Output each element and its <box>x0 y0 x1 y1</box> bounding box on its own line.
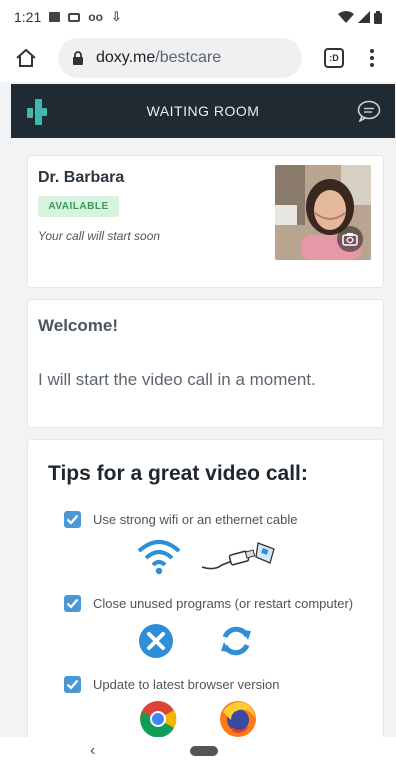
self-video-preview <box>275 165 371 260</box>
url-host: doxy.me <box>96 49 156 66</box>
tip-label: Close unused programs (or restart comput… <box>93 596 354 611</box>
battery-icon <box>374 10 382 24</box>
lock-icon <box>73 51 83 65</box>
checkbox-checked-icon <box>64 511 81 528</box>
camera-switch-icon <box>342 233 358 246</box>
tip-item: Close unused programs (or restart comput… <box>64 595 353 612</box>
welcome-card: Welcome! I will start the video call in … <box>27 299 384 428</box>
tip-item: Update to latest browser version <box>64 676 279 693</box>
provider-card: Dr. Barbara AVAILABLE Your call will sta… <box>27 155 384 288</box>
checkbox-checked-icon <box>64 595 81 612</box>
ethernet-cable-icon <box>201 542 275 570</box>
address-bar[interactable]: doxy.me/bestcare <box>58 38 302 78</box>
checkbox-checked-icon <box>64 676 81 693</box>
tips-card: Tips for a great video call: Use strong … <box>27 439 384 759</box>
tip-label: Update to latest browser version <box>93 677 280 692</box>
tip-label: Use strong wifi or an ethernet cable <box>93 512 298 527</box>
availability-badge: AVAILABLE <box>38 196 119 217</box>
app-header: WAITING ROOM <box>11 84 395 138</box>
image-notification-icon <box>49 12 61 22</box>
chrome-icon <box>140 701 177 738</box>
welcome-title: Welcome! <box>38 316 118 335</box>
back-button[interactable]: ‹ <box>90 742 95 760</box>
cell-signal-icon <box>358 11 370 23</box>
android-nav-bar: ‹ <box>0 737 396 765</box>
browser-toolbar: doxy.me/bestcare :D <box>0 34 396 82</box>
message-notification-icon <box>68 12 81 22</box>
home-pill-button[interactable] <box>190 746 218 756</box>
provider-name: Dr. Barbara <box>38 169 125 186</box>
tip-item: Use strong wifi or an ethernet cable <box>64 511 298 528</box>
call-status-text: Your call will start soon <box>38 229 161 243</box>
home-button[interactable] <box>14 46 38 70</box>
page-title: WAITING ROOM <box>146 103 260 119</box>
home-icon <box>16 48 36 67</box>
tab-switcher-button[interactable]: :D <box>324 48 344 68</box>
welcome-message: I will start the video call in a moment. <box>38 370 316 389</box>
wifi-icon <box>137 540 181 575</box>
status-time: 1:21 <box>14 9 42 25</box>
browser-menu-button[interactable] <box>370 49 374 67</box>
wifi-signal-icon <box>338 11 354 23</box>
url-path: /bestcare <box>155 49 222 66</box>
download-icon: ⇩ <box>110 9 122 24</box>
switch-camera-button[interactable] <box>337 226 363 252</box>
tips-title: Tips for a great video call: <box>48 462 308 485</box>
menu-dot-icon <box>370 63 374 67</box>
tip-icons <box>139 700 257 738</box>
menu-dot-icon <box>370 56 374 60</box>
doxy-logo-icon <box>27 99 47 125</box>
status-bar: 1:21 oo ⇩ <box>0 0 396 34</box>
voicemail-icon: oo <box>88 10 103 24</box>
firefox-icon <box>220 701 256 737</box>
tip-icons <box>136 537 278 577</box>
refresh-icon <box>221 626 251 656</box>
close-circle-icon <box>139 624 173 658</box>
menu-dot-icon <box>370 49 374 53</box>
chat-icon[interactable] <box>357 100 381 122</box>
tip-icons <box>138 623 254 659</box>
